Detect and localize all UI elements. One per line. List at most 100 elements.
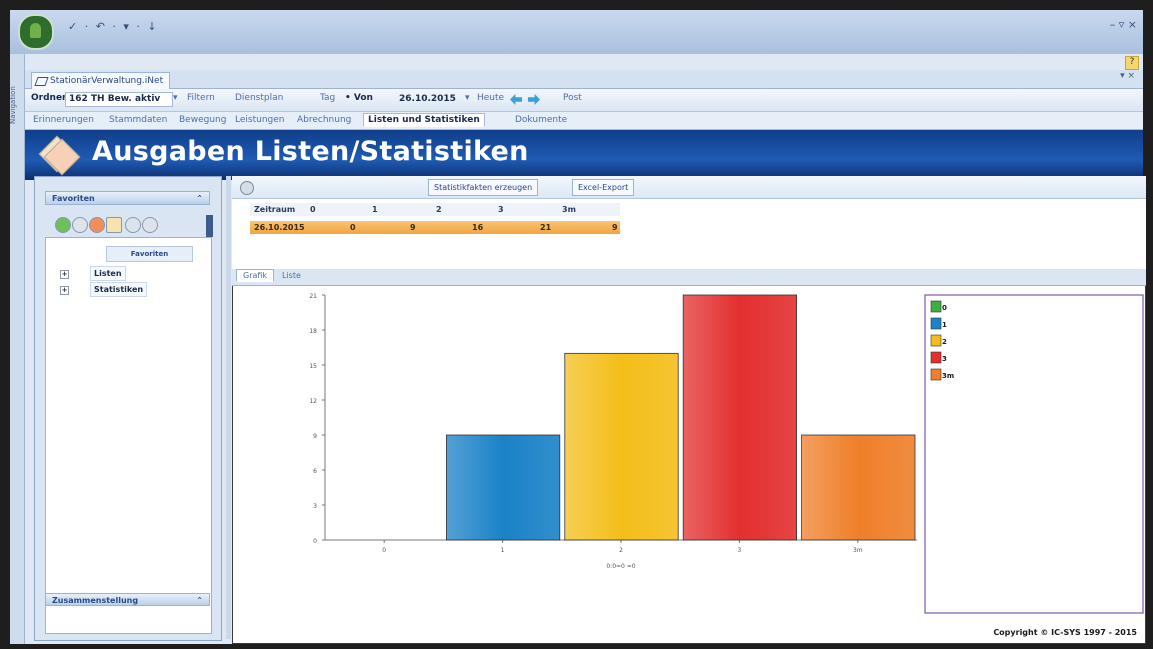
y-tick-label: 0 [313,538,317,545]
tab-liste[interactable]: Liste [276,270,307,281]
collapse-icon[interactable]: ⌃ [196,192,203,206]
legend-swatch [930,317,942,330]
y-tick-label: 12 [309,398,317,405]
tab-erinnerungen[interactable]: Erinnerungen [29,114,98,126]
bar-2[interactable] [564,352,679,541]
y-tick-label: 3 [313,503,317,510]
table-header-cell: 0 [310,205,316,214]
quick-access-toolbar[interactable]: ✓ · ↶ · ▾ · ↓ [68,20,159,33]
legend-label: 1 [942,321,947,329]
expand-icon[interactable]: + [60,286,69,295]
tab-dokumente[interactable]: Dokumente [511,114,571,126]
x-tick-label: 1 [501,547,505,554]
ordner-dropdown-icon[interactable]: ▾ [173,93,178,103]
move-up-icon[interactable] [125,217,141,233]
x-tick-label: 3m [853,547,863,554]
tree-item-label: Listen [90,266,126,281]
tab-abrechnung[interactable]: Abrechnung [293,114,355,126]
legend-swatch [930,300,942,313]
table-header-cell: 2 [436,205,442,214]
legend-swatch [930,351,942,364]
move-down-icon[interactable] [142,217,158,233]
generate-statistics-button[interactable]: Statistikfakten erzeugen [428,179,539,196]
table-cell: 0 [350,223,356,232]
x-tick-label: 3 [737,547,741,554]
tab-grafik[interactable]: Grafik [236,269,275,282]
excel-export-button[interactable]: Excel-Export [572,179,635,196]
bar-3m[interactable] [801,434,916,541]
settings-icon[interactable] [240,181,254,195]
add-icon[interactable] [55,217,71,233]
statistics-table: Zeitraum 0 1 2 3 3m 26.10.2015 0 9 16 21… [250,203,620,234]
table-header-cell: Zeitraum [254,205,296,214]
favorites-scrollbar[interactable] [206,215,213,237]
arrow-left-icon[interactable] [510,94,522,105]
page-title: Ausgaben Listen/Statistiken [92,136,529,167]
legend-label: 2 [942,338,947,346]
zusammenstellung-header[interactable]: Zusammenstellung ⌃ [45,593,210,606]
document-tab-label: StationärVerwaltung.iNet [50,76,164,86]
app-logo-icon[interactable] [18,14,54,50]
table-header-cell: 1 [372,205,378,214]
y-tick-label: 18 [309,328,317,335]
panel-splitter[interactable] [226,176,231,639]
table-cell: 21 [540,223,552,232]
favorites-header[interactable]: Favoriten ⌃ [45,191,210,205]
expand-icon[interactable]: + [60,270,69,279]
zusammenstellung-label: Zusammenstellung [52,596,139,605]
bar-1[interactable] [445,434,561,541]
bar-3[interactable] [682,294,798,541]
table-header-cell: 3 [498,205,504,214]
table-cell: 9 [410,223,416,232]
window-controls[interactable]: – ▿ × [1110,18,1137,31]
x-tick-label: 2 [619,547,623,554]
edit-icon[interactable] [72,217,88,233]
table-header-row: Zeitraum 0 1 2 3 3m [250,203,620,216]
post-button[interactable]: Post [563,93,582,103]
copyright-text: Copyright © IC-SYS 1997 - 2015 [993,628,1137,637]
legend-swatch [930,334,942,347]
table-cell: 26.10.2015 [254,223,305,232]
favorites-toolbar [55,217,230,235]
statistics-toolbar: Statistikfakten erzeugen Excel-Export [232,176,1146,199]
document-tabbar: StationärVerwaltung.iNet ▾ × [25,70,1143,89]
date-dropdown-icon[interactable]: ▾ [465,93,470,103]
module-tabs: Erinnerungen Stammdaten Bewegung Leistun… [25,112,1143,130]
help-icon[interactable]: ? [1125,56,1139,70]
folder-icon[interactable] [106,217,122,233]
tab-stammdaten[interactable]: Stammdaten [105,114,171,126]
table-cell: 16 [472,223,484,232]
filtern-button[interactable]: Filtern [187,93,215,103]
heute-button[interactable]: Heute [477,93,504,103]
lists-icon [38,135,81,176]
navigation-sidetab[interactable]: Navigation [10,54,25,644]
document-close-button[interactable]: ▾ × [1120,71,1135,81]
tree-item-listen[interactable]: + Listen [60,266,186,281]
x-axis-label: 0:0=0 =0 [606,563,635,570]
x-tick-label: 0 [382,547,386,554]
arrow-right-icon[interactable] [528,94,540,105]
ordner-select[interactable]: 162 TH Bew. aktiv [65,92,173,107]
tab-leistungen[interactable]: Leistungen [231,114,288,126]
table-row[interactable]: 26.10.2015 0 9 16 21 9 [250,221,620,234]
remove-icon[interactable] [89,217,105,233]
document-tab[interactable]: StationärVerwaltung.iNet [31,72,171,89]
statistics-panel: Statistikfakten erzeugen Excel-Export Ze… [232,176,1146,644]
ordner-label: Ordner [31,93,67,103]
y-tick-label: 9 [313,433,317,440]
legend-swatch [930,368,942,381]
tag-button[interactable]: Tag [320,93,335,103]
bar-chart: 0369121518210 1 2 3 3m0:0=0 =0 01233m [309,293,1144,614]
favorites-tree: Favoriten + Listen + Statistiken [45,237,212,634]
tree-item-statistiken[interactable]: + Statistiken [60,282,186,297]
tab-bewegung[interactable]: Bewegung [175,114,230,126]
tab-listen-und-statistiken[interactable]: Listen und Statistiken [363,113,485,127]
y-tick-label: 6 [313,468,317,475]
von-label: • Von [345,93,373,103]
dienstplan-button[interactable]: Dienstplan [235,93,283,103]
table-cell: 9 [612,223,618,232]
collapse-icon[interactable]: ⌃ [196,594,203,607]
date-field[interactable]: 26.10.2015 [395,92,469,107]
view-tabs: Grafik Liste [232,269,1146,286]
legend-label: 3m [942,372,954,380]
